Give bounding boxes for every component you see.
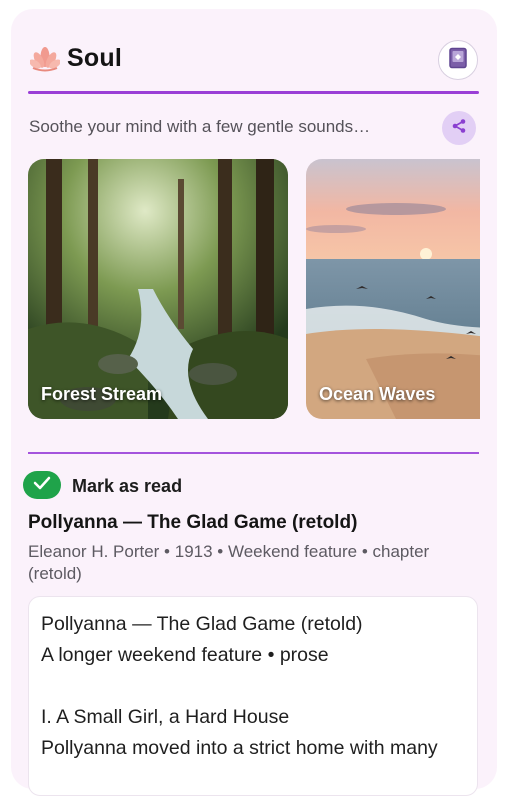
story-line: Pollyanna moved into a strict home with … (41, 737, 438, 759)
header-divider (28, 91, 479, 94)
ocean-waves-image (306, 159, 480, 419)
story-meta: Eleanor H. Porter • 1913 • Weekend featu… (28, 542, 430, 583)
sound-tile-ocean[interactable]: Ocean Waves (306, 159, 480, 419)
book-icon (448, 47, 468, 74)
checkmark-icon (33, 475, 51, 496)
story-line: Pollyanna — The Glad Game (retold) (41, 613, 363, 635)
sound-tile-label: Ocean Waves (319, 384, 436, 404)
sound-tile-forest[interactable]: Forest Stream (28, 159, 288, 419)
story-content: Pollyanna — The Glad Game (retold) A lon… (28, 596, 478, 796)
section-divider (28, 452, 479, 454)
book-button[interactable] (438, 40, 478, 80)
sound-tile-label: Forest Stream (41, 384, 163, 404)
share-button[interactable] (442, 111, 476, 145)
lotus-icon (29, 46, 61, 72)
share-icon (451, 118, 467, 139)
forest-stream-image (28, 159, 288, 419)
soul-header: Soul (29, 40, 480, 80)
page-title: Soul (67, 44, 122, 72)
mark-as-read-label[interactable]: Mark as read (72, 476, 182, 497)
story-title: Pollyanna — The Glad Game (retold) (28, 512, 358, 533)
sound-carousel[interactable]: Forest Stream Ocean Waves (28, 159, 480, 419)
mark-as-read-toggle[interactable] (23, 471, 61, 499)
story-line: A longer weekend feature • prose (41, 644, 329, 666)
story-line: I. A Small Girl, a Hard House (41, 706, 290, 728)
intro-subtitle: Soothe your mind with a few gentle sound… (29, 117, 371, 136)
